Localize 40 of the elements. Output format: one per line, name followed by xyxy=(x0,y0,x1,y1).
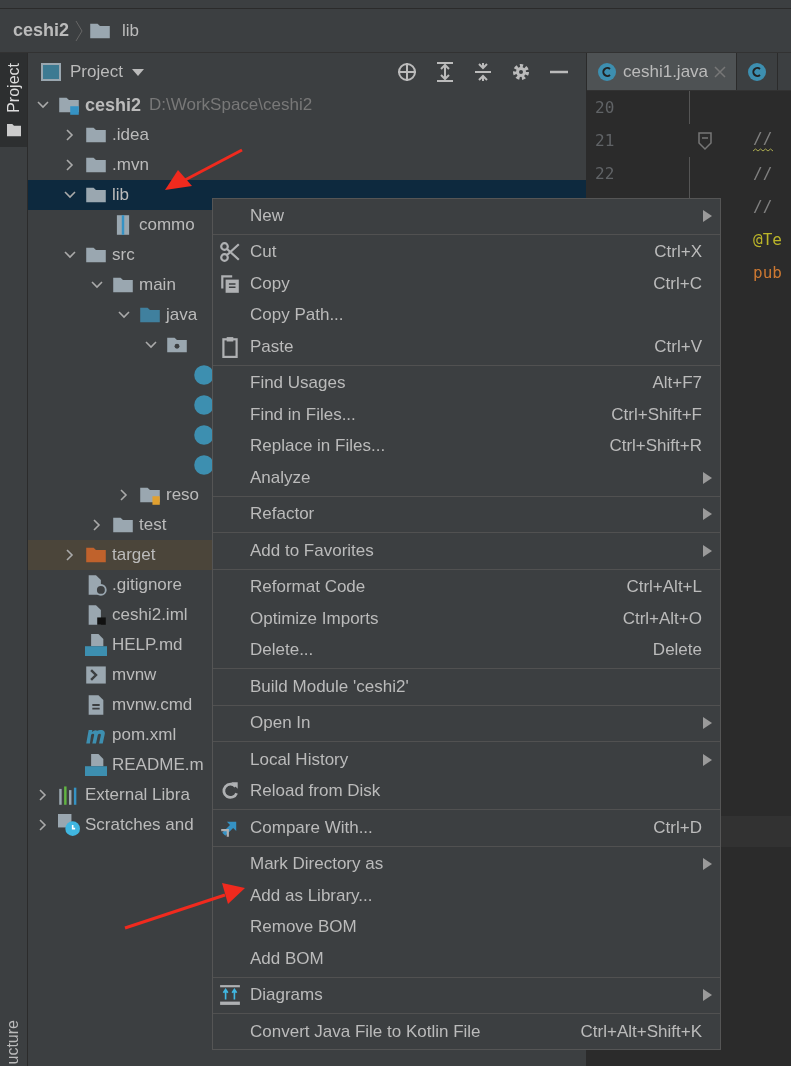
tree-item-label: target xyxy=(112,545,156,565)
tree-item-label: README.m xyxy=(112,755,204,775)
code-text: @Te xyxy=(753,230,782,249)
tree-item-label: test xyxy=(139,515,167,535)
shortcut: Ctrl+Alt+O xyxy=(622,608,702,629)
tree-item-label: src xyxy=(112,245,135,265)
line-number: 22 xyxy=(595,164,615,183)
tree-item-label: main xyxy=(139,275,176,295)
tree-item-label: mvnw xyxy=(112,665,157,685)
tree-item-label: .gitignore xyxy=(112,575,182,595)
shortcut: Alt+F7 xyxy=(652,373,702,394)
tree-item-label: lib xyxy=(112,185,129,205)
shortcut: Ctrl+X xyxy=(654,242,702,263)
tree-item-label: .mvn xyxy=(112,155,149,175)
tree-item-label: commo xyxy=(139,215,195,235)
code-text: pub xyxy=(753,263,782,282)
code-text: // xyxy=(753,164,773,183)
tree-item-label: HELP.md xyxy=(112,635,183,655)
shortcut: Ctrl+D xyxy=(653,817,702,838)
shortcut: Ctrl+Shift+F xyxy=(611,404,702,425)
shortcut: Ctrl+Shift+R xyxy=(609,436,702,457)
line-number: 21 xyxy=(595,131,615,150)
shortcut: Ctrl+C xyxy=(653,273,702,294)
tree-item-label: reso xyxy=(166,485,200,505)
tree-item-label: java xyxy=(166,305,198,325)
code-text: // xyxy=(753,129,773,148)
tree-item-label: ceshi2 xyxy=(85,94,142,116)
shortcut: Ctrl+V xyxy=(654,336,702,357)
project-path: D:\WorkSpace\ceshi2 xyxy=(149,95,313,115)
tree-item-label: ceshi2.iml xyxy=(112,605,188,625)
tree-item-label: External Libra xyxy=(85,785,190,805)
tree-item-label: .idea xyxy=(112,125,149,145)
line-number: 20 xyxy=(595,98,615,117)
shortcut: Ctrl+Alt+L xyxy=(626,577,702,598)
tree-item-label: pom.xml xyxy=(112,725,177,745)
code-text: // xyxy=(753,197,773,216)
shortcut: Delete xyxy=(652,640,702,661)
tree-item-label: mvnw.cmd xyxy=(112,695,193,715)
tree-item-label: Scratches and xyxy=(85,815,194,835)
shortcut: Ctrl+Alt+Shift+K xyxy=(580,1021,702,1042)
